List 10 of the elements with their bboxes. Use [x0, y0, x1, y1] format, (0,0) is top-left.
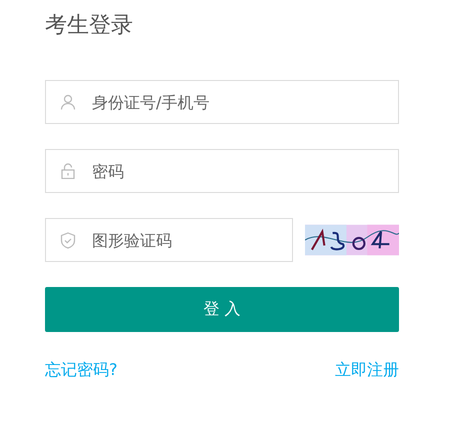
input-field[interactable]: 身份证号/手机号	[45, 80, 399, 124]
input-field[interactable]: 密码	[45, 149, 399, 193]
user-icon	[60, 94, 76, 110]
captcha-field[interactable]: 图形验证码	[45, 218, 293, 262]
login-button[interactable]: 登 入	[45, 287, 399, 332]
shield-icon	[60, 232, 76, 249]
forgot-password-link[interactable]: 忘记密码?	[45, 360, 118, 381]
lock-icon	[60, 163, 76, 179]
login-title: 考生登录	[45, 12, 134, 40]
register-link[interactable]: 立即注册	[335, 360, 399, 381]
